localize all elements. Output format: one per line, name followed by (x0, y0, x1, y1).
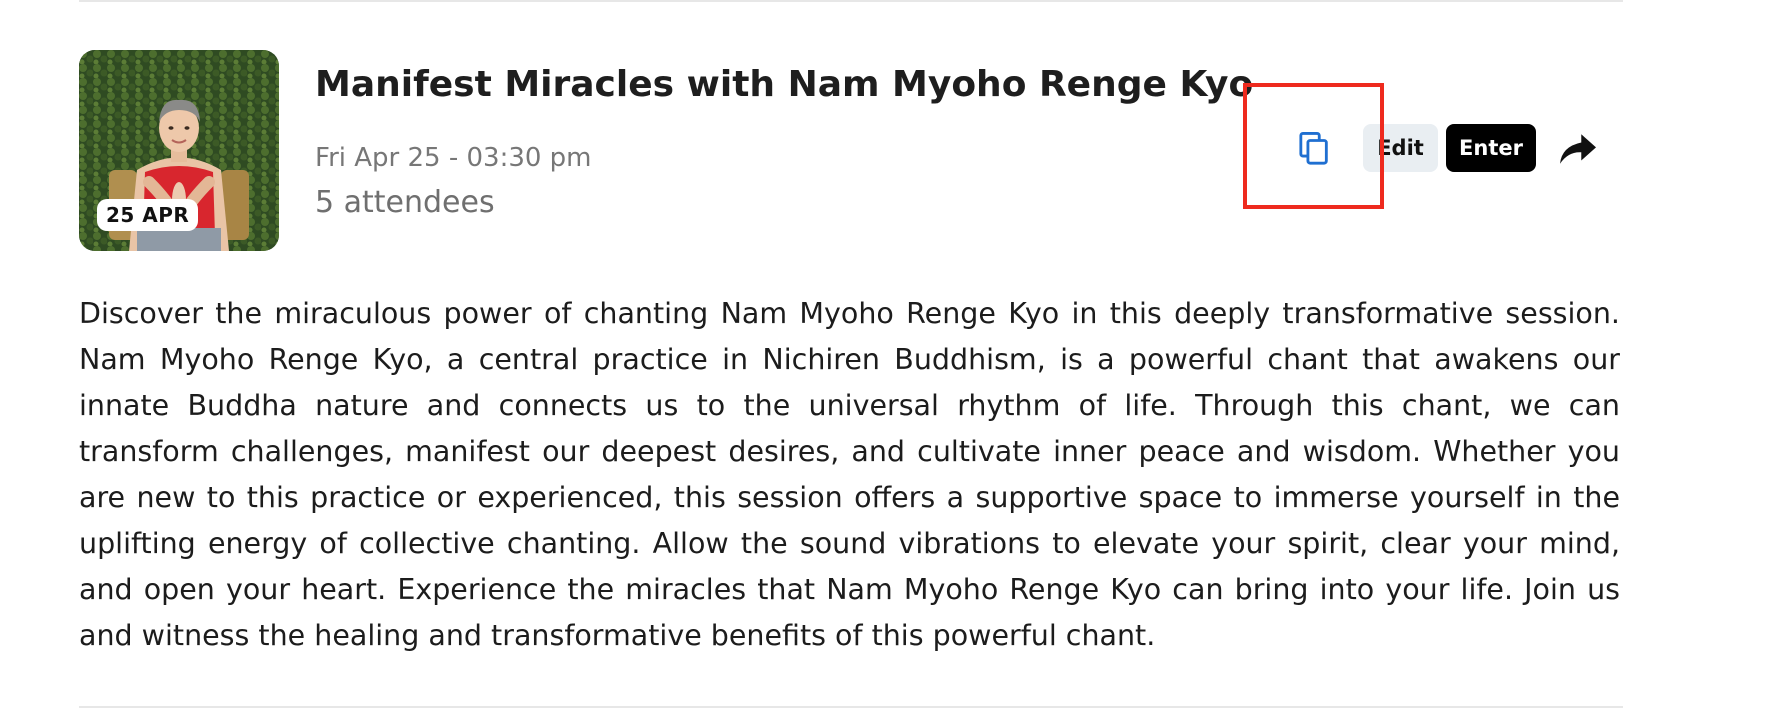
event-description: Discover the miraculous power of chantin… (79, 297, 1620, 652)
top-divider (79, 0, 1623, 2)
copy-button[interactable] (1290, 124, 1340, 174)
enter-button[interactable]: Enter (1446, 124, 1536, 172)
event-title[interactable]: Manifest Miracles with Nam Myoho Renge K… (315, 60, 1253, 110)
date-badge: 25 APR (97, 199, 199, 231)
share-icon (1560, 134, 1596, 164)
attendee-count[interactable]: 5 attendees (315, 182, 495, 224)
share-button[interactable] (1555, 126, 1601, 172)
event-thumbnail[interactable]: 25 APR (79, 50, 279, 251)
event-card: 25 APR Manifest Miracles with Nam Myoho … (0, 0, 1782, 714)
event-datetime: Fri Apr 25 - 03:30 pm (315, 143, 592, 173)
copy-icon (1299, 132, 1328, 165)
bottom-divider (79, 706, 1623, 708)
edit-button[interactable]: Edit (1363, 124, 1438, 172)
